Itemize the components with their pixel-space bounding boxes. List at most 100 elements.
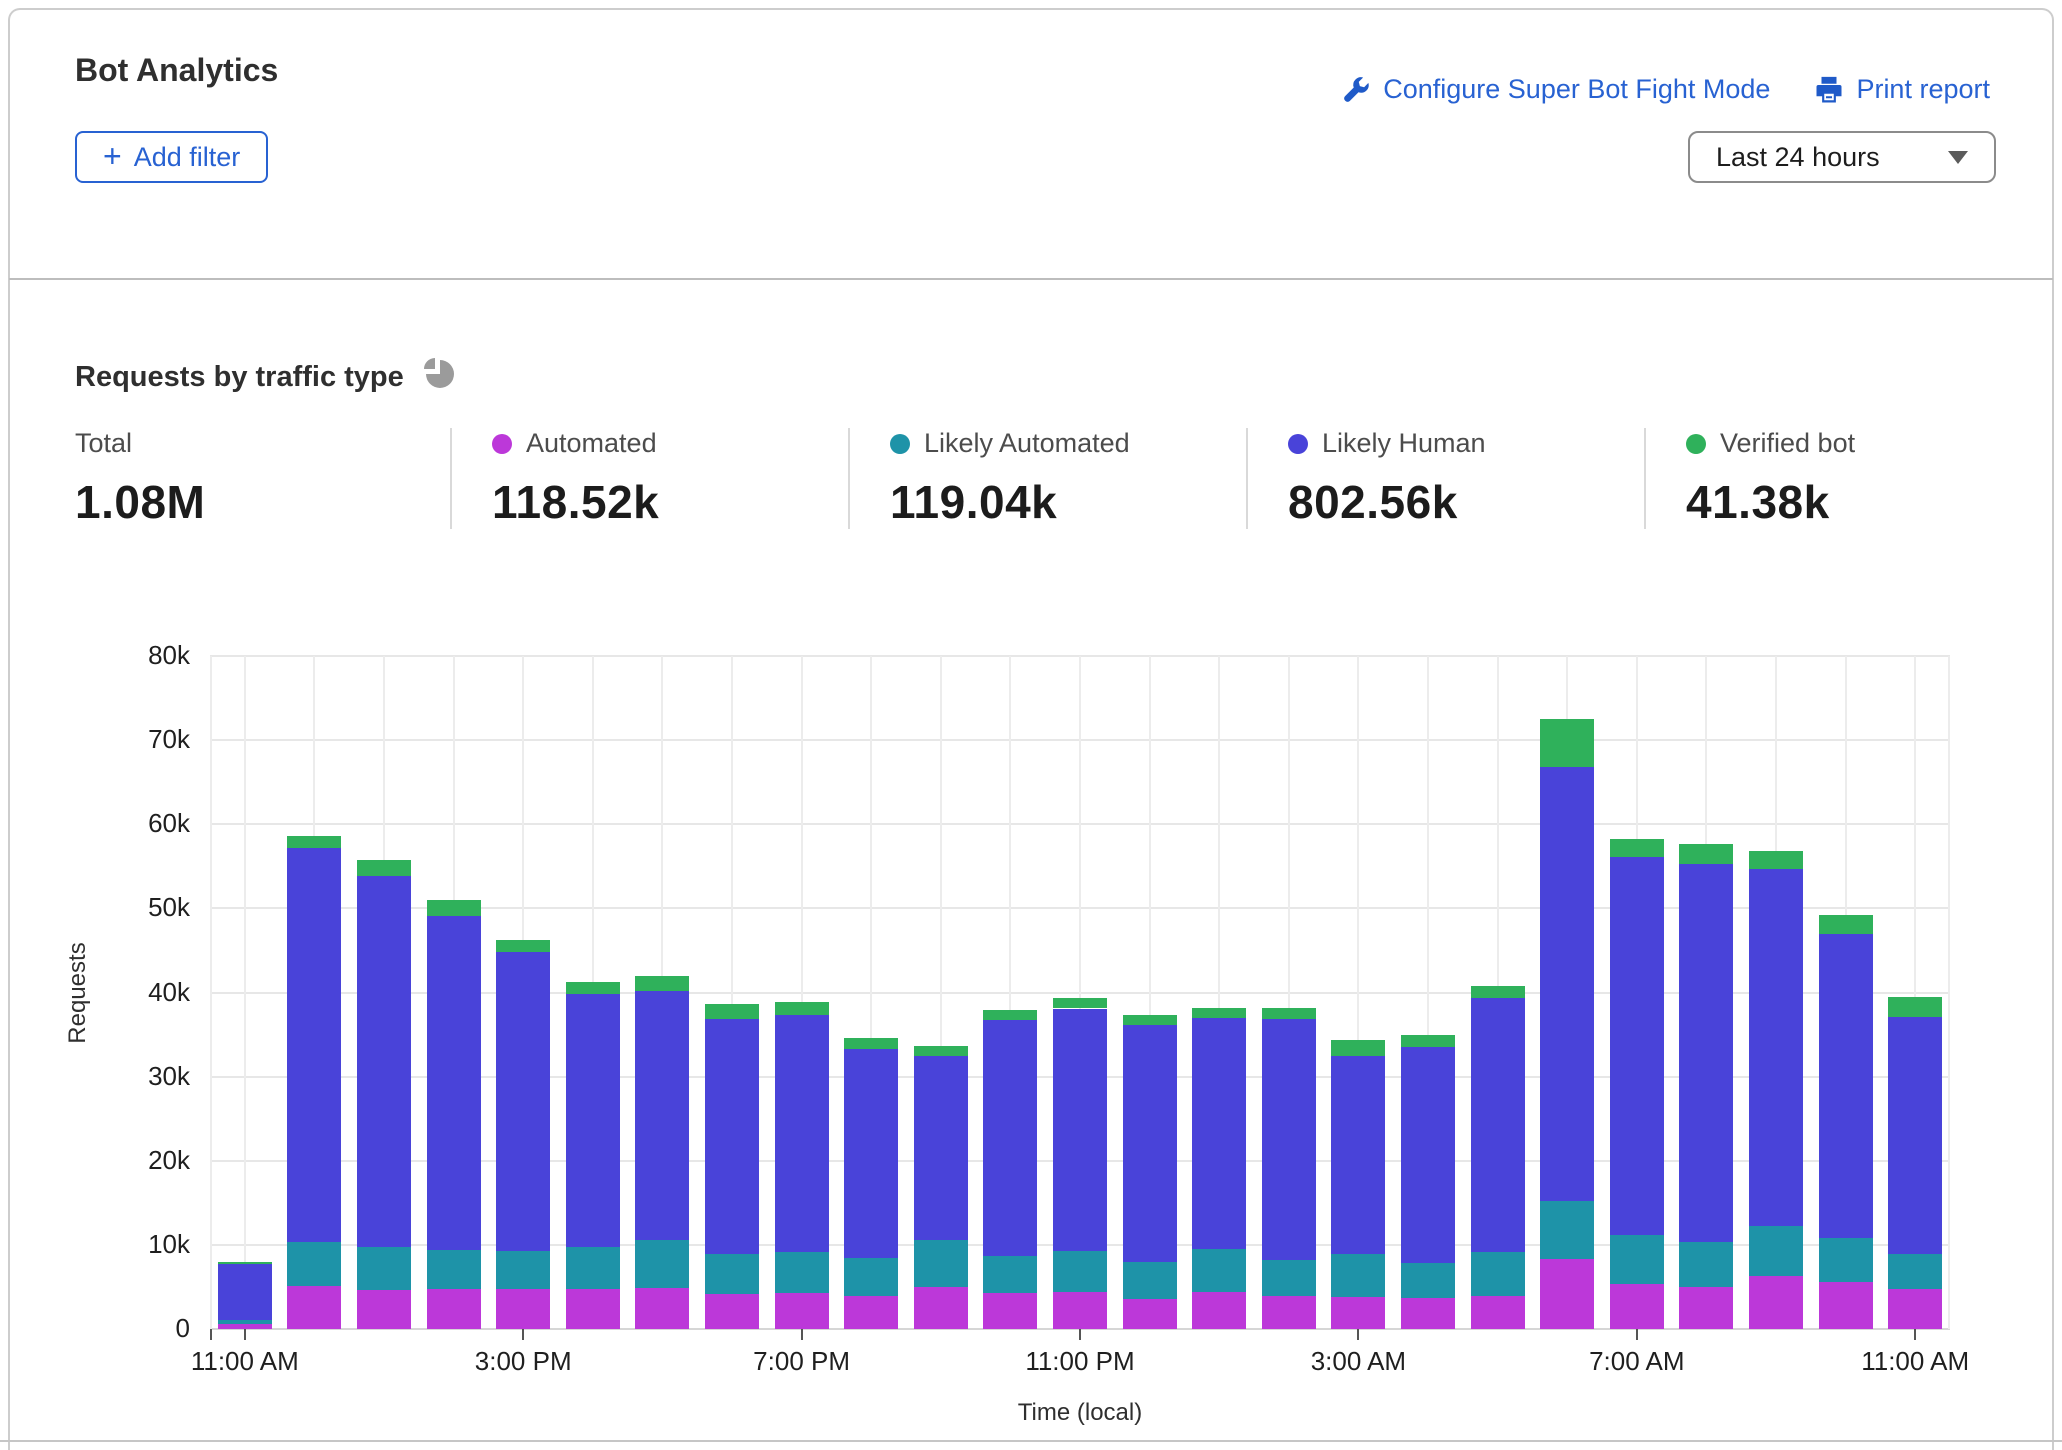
bar-segment-verified-bot[interactable]: [1679, 843, 1734, 864]
bar-segment-automated[interactable]: [913, 1286, 968, 1329]
bar-5-00-am[interactable]: [1470, 656, 1525, 1329]
bar-segment-likely-human[interactable]: [217, 1264, 272, 1320]
bar-segment-likely-automated[interactable]: [1401, 1262, 1455, 1298]
bar-segment-likely-automated[interactable]: [1749, 1225, 1803, 1277]
bar-segment-automated[interactable]: [1331, 1297, 1386, 1329]
bar-segment-automated[interactable]: [1540, 1259, 1595, 1329]
bar-segment-automated[interactable]: [1470, 1296, 1525, 1329]
bar-8-00-pm[interactable]: [844, 656, 899, 1329]
bar-11-00-am[interactable]: [217, 656, 272, 1329]
bar-segment-likely-human[interactable]: [287, 847, 342, 1242]
bar-segment-likely-automated[interactable]: [496, 1250, 551, 1289]
bar-segment-automated[interactable]: [983, 1292, 1038, 1329]
print-report-link[interactable]: Print report: [1814, 74, 1990, 105]
bar-segment-likely-human[interactable]: [1122, 1025, 1177, 1262]
bar-segment-automated[interactable]: [287, 1286, 342, 1329]
bar-segment-verified-bot[interactable]: [1540, 719, 1595, 768]
bar-segment-likely-automated[interactable]: [1331, 1254, 1386, 1298]
bar-segment-likely-human[interactable]: [1818, 933, 1873, 1239]
bar-segment-verified-bot[interactable]: [1609, 839, 1664, 858]
bar-segment-automated[interactable]: [1818, 1281, 1873, 1329]
bar-6-00-pm[interactable]: [705, 656, 759, 1329]
bar-segment-automated[interactable]: [1401, 1297, 1455, 1329]
bar-segment-likely-human[interactable]: [1401, 1047, 1455, 1263]
bar-segment-likely-automated[interactable]: [774, 1252, 829, 1293]
bar-segment-likely-human[interactable]: [357, 875, 411, 1247]
bar-segment-automated[interactable]: [1053, 1292, 1107, 1329]
bar-segment-automated[interactable]: [1888, 1289, 1943, 1329]
bar-9-00-pm[interactable]: [913, 656, 968, 1329]
bar-10-00-am[interactable]: [1818, 656, 1873, 1329]
bar-segment-automated[interactable]: [1122, 1298, 1177, 1329]
bar-segment-likely-human[interactable]: [844, 1048, 899, 1259]
bar-segment-likely-automated[interactable]: [287, 1241, 342, 1287]
time-range-select[interactable]: Last 24 hours: [1688, 131, 1996, 183]
bar-5-00-pm[interactable]: [635, 656, 690, 1329]
bar-segment-likely-automated[interactable]: [705, 1254, 759, 1294]
bar-segment-likely-automated[interactable]: [1679, 1242, 1734, 1287]
bar-segment-likely-human[interactable]: [1261, 1018, 1316, 1261]
bar-3-00-am[interactable]: [1331, 656, 1386, 1329]
bar-segment-likely-automated[interactable]: [983, 1255, 1038, 1293]
bar-12-00-am[interactable]: [1122, 656, 1177, 1329]
bar-segment-automated[interactable]: [565, 1289, 620, 1329]
bar-1-00-pm[interactable]: [357, 656, 411, 1329]
bar-segment-likely-automated[interactable]: [1053, 1250, 1107, 1292]
bar-11-00-am[interactable]: [1888, 656, 1943, 1329]
bar-segment-likely-human[interactable]: [1192, 1017, 1247, 1250]
bar-6-00-am[interactable]: [1540, 656, 1595, 1329]
bar-segment-likely-automated[interactable]: [426, 1249, 481, 1290]
bar-segment-likely-human[interactable]: [1888, 1016, 1943, 1255]
bar-segment-automated[interactable]: [496, 1288, 551, 1329]
bar-segment-likely-automated[interactable]: [1470, 1251, 1525, 1297]
add-filter-button[interactable]: + Add filter: [75, 131, 269, 183]
bar-segment-automated[interactable]: [1609, 1284, 1664, 1329]
bar-segment-likely-human[interactable]: [705, 1018, 759, 1255]
bar-segment-likely-automated[interactable]: [635, 1239, 690, 1288]
bar-segment-verified-bot[interactable]: [1261, 1007, 1316, 1019]
bar-segment-likely-automated[interactable]: [1609, 1234, 1664, 1285]
bar-segment-verified-bot[interactable]: [913, 1045, 968, 1056]
bar-segment-likely-human[interactable]: [774, 1015, 829, 1253]
bar-segment-automated[interactable]: [844, 1296, 899, 1329]
bar-segment-likely-human[interactable]: [913, 1055, 968, 1240]
bar-segment-verified-bot[interactable]: [774, 1001, 829, 1016]
bar-segment-likely-human[interactable]: [983, 1020, 1038, 1256]
bar-segment-likely-human[interactable]: [1331, 1056, 1386, 1255]
stat-likely-automated[interactable]: Likely Automated 119.04k: [848, 428, 1246, 529]
bar-2-00-am[interactable]: [1261, 656, 1316, 1329]
bar-7-00-am[interactable]: [1609, 656, 1664, 1329]
bar-segment-likely-human[interactable]: [1749, 868, 1803, 1226]
bar-segment-likely-automated[interactable]: [217, 1319, 272, 1324]
bar-4-00-pm[interactable]: [565, 656, 620, 1329]
bar-segment-likely-human[interactable]: [635, 990, 690, 1240]
bar-segment-likely-automated[interactable]: [1192, 1249, 1247, 1292]
bar-segment-likely-automated[interactable]: [844, 1258, 899, 1297]
bar-3-00-pm[interactable]: [496, 656, 551, 1329]
bar-segment-automated[interactable]: [1679, 1286, 1734, 1329]
bar-segment-likely-human[interactable]: [1540, 767, 1595, 1202]
bar-segment-verified-bot[interactable]: [217, 1261, 272, 1265]
bar-segment-likely-automated[interactable]: [1888, 1254, 1943, 1290]
bar-segment-automated[interactable]: [1749, 1276, 1803, 1329]
bar-segment-verified-bot[interactable]: [705, 1004, 759, 1019]
bar-segment-likely-human[interactable]: [426, 915, 481, 1250]
bar-2-00-pm[interactable]: [426, 656, 481, 1329]
bar-segment-verified-bot[interactable]: [844, 1037, 899, 1049]
bar-7-00-pm[interactable]: [774, 656, 829, 1329]
bar-segment-verified-bot[interactable]: [1401, 1035, 1455, 1048]
bar-segment-automated[interactable]: [357, 1290, 411, 1329]
bar-segment-verified-bot[interactable]: [1888, 996, 1943, 1017]
bar-segment-likely-automated[interactable]: [1540, 1201, 1595, 1260]
bar-segment-automated[interactable]: [635, 1287, 690, 1329]
bar-segment-likely-human[interactable]: [1609, 857, 1664, 1235]
bar-4-00-am[interactable]: [1401, 656, 1455, 1329]
bar-12-00-pm[interactable]: [287, 656, 342, 1329]
bar-11-00-pm[interactable]: [1053, 656, 1107, 1329]
bar-segment-likely-human[interactable]: [565, 994, 620, 1248]
stat-verified-bot[interactable]: Verified bot 41.38k: [1644, 428, 2042, 529]
bar-8-00-am[interactable]: [1679, 656, 1734, 1329]
bar-segment-verified-bot[interactable]: [565, 981, 620, 995]
bar-segment-verified-bot[interactable]: [1749, 851, 1803, 869]
bar-segment-verified-bot[interactable]: [1470, 985, 1525, 999]
